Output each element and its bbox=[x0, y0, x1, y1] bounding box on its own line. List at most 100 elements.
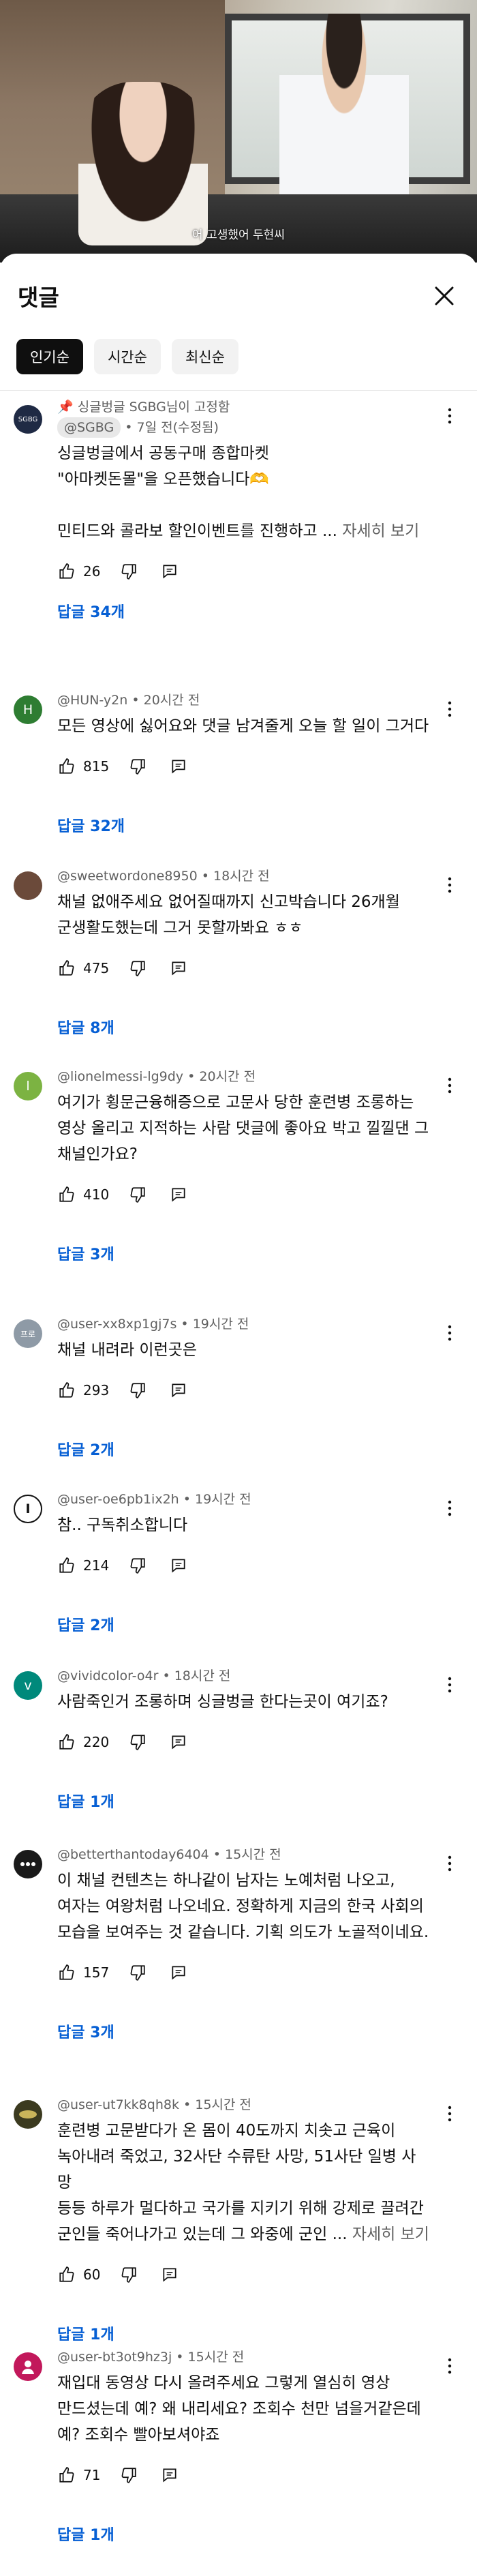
dislike-button[interactable] bbox=[128, 1381, 147, 1400]
thumbs-up-icon bbox=[59, 758, 74, 774]
replies-link[interactable]: 답글 34개 bbox=[57, 600, 429, 622]
comment-author[interactable]: @vividcolor-o4r bbox=[57, 1668, 158, 1683]
like-button[interactable] bbox=[57, 959, 76, 978]
close-button[interactable] bbox=[432, 284, 457, 308]
replies-link[interactable]: 답글 2개 bbox=[57, 1438, 429, 1460]
reply-icon bbox=[172, 1966, 185, 1980]
comment-menu-button[interactable] bbox=[442, 1076, 458, 1095]
replies-link[interactable]: 답글 1개 bbox=[57, 1790, 429, 1812]
dislike-button[interactable] bbox=[128, 1185, 147, 1204]
dislike-button[interactable] bbox=[128, 1963, 147, 1982]
comment-author[interactable]: @SGBG bbox=[57, 417, 121, 438]
thumbs-down-icon bbox=[130, 1965, 145, 1981]
comment-meta: @user-bt3ot9hz3j • 15시간 전 bbox=[57, 2350, 245, 2365]
replies-link[interactable]: 답글 8개 bbox=[57, 1016, 429, 1038]
dislike-button[interactable] bbox=[128, 1733, 147, 1752]
like-button[interactable] bbox=[57, 757, 76, 776]
reply-button[interactable] bbox=[169, 1556, 188, 1575]
sheet-header: 댓글 bbox=[0, 254, 477, 322]
comment-menu-button[interactable] bbox=[442, 2356, 458, 2376]
like-button[interactable] bbox=[57, 1185, 76, 1204]
replies-link[interactable]: 답글 3개 bbox=[57, 2020, 429, 2042]
replies-link[interactable]: 답글 1개 bbox=[57, 2523, 429, 2545]
read-more-link[interactable]: 자세히 보기 bbox=[342, 522, 419, 540]
comment-meta: @user-oe6pb1ix2h • 19시간 전 bbox=[57, 1492, 251, 1507]
comment-time: 20시간 전 bbox=[199, 1069, 256, 1084]
reply-button[interactable] bbox=[160, 2265, 179, 2284]
avatar[interactable]: SGBG bbox=[14, 405, 42, 434]
avatar[interactable]: 프로 bbox=[14, 1319, 42, 1348]
avatar[interactable]: l bbox=[14, 1072, 42, 1100]
comment-time: 19시간 전 bbox=[192, 1317, 249, 1332]
comment-menu-button[interactable] bbox=[442, 1499, 458, 1518]
avatar[interactable]: v bbox=[14, 1671, 42, 1700]
like-button[interactable] bbox=[57, 562, 76, 581]
comment-author[interactable]: @user-oe6pb1ix2h bbox=[57, 1492, 179, 1507]
sort-chip-newest[interactable]: 최신순 bbox=[171, 339, 238, 374]
like-button[interactable] bbox=[57, 1733, 76, 1752]
like-button[interactable] bbox=[57, 2466, 76, 2485]
like-button[interactable] bbox=[57, 1556, 76, 1575]
comment-menu-button[interactable] bbox=[442, 406, 458, 425]
comment-author[interactable]: @sweetwordone8950 bbox=[57, 869, 198, 884]
avatar[interactable] bbox=[14, 871, 42, 900]
reply-button[interactable] bbox=[169, 1381, 188, 1400]
dislike-button[interactable] bbox=[128, 1556, 147, 1575]
comment-menu-button[interactable] bbox=[442, 875, 458, 895]
like-count: 293 bbox=[83, 1382, 110, 1398]
like-button[interactable] bbox=[57, 2265, 76, 2284]
comment-author[interactable]: @betterthantoday6404 bbox=[57, 1847, 209, 1862]
comment-menu-button[interactable] bbox=[442, 1323, 458, 1343]
comment-author[interactable]: @lionelmessi-lg9dy bbox=[57, 1069, 183, 1084]
reply-button[interactable] bbox=[160, 562, 179, 581]
comment-menu-button[interactable] bbox=[442, 2104, 458, 2123]
reply-button[interactable] bbox=[169, 1963, 188, 1982]
comment-author[interactable]: @HUN-y2n bbox=[57, 693, 127, 708]
replies-link[interactable]: 답글 2개 bbox=[57, 1613, 429, 1635]
comment-menu-button[interactable] bbox=[442, 700, 458, 719]
dislike-button[interactable] bbox=[119, 562, 138, 581]
dislike-button[interactable] bbox=[128, 959, 147, 978]
comment-menu-button[interactable] bbox=[442, 1854, 458, 1873]
comment-menu-button[interactable] bbox=[442, 1675, 458, 1694]
dislike-button[interactable] bbox=[119, 2466, 138, 2485]
like-button[interactable] bbox=[57, 1381, 76, 1400]
avatar[interactable]: H bbox=[14, 695, 42, 724]
comment-meta: @SGBG • 7일 전(수정됨) bbox=[57, 417, 429, 438]
avatar[interactable] bbox=[14, 1850, 42, 1878]
sort-chip-popular[interactable]: 인기순 bbox=[16, 339, 83, 374]
reply-button[interactable] bbox=[169, 1185, 188, 1204]
avatar[interactable] bbox=[14, 2100, 42, 2129]
thumbs-down-icon bbox=[130, 961, 145, 976]
reply-button[interactable] bbox=[169, 757, 188, 776]
dislike-button[interactable] bbox=[128, 757, 147, 776]
comment-meta: @betterthantoday6404 • 15시간 전 bbox=[57, 1847, 281, 1862]
comment-time: 18시간 전 bbox=[213, 869, 270, 884]
thumbs-down-icon bbox=[130, 1383, 145, 1398]
replies-link[interactable]: 답글 3개 bbox=[57, 1242, 429, 1264]
video-player[interactable]: 어 고생했어 두현씨 bbox=[0, 0, 477, 263]
sort-chip-time[interactable]: 시간순 bbox=[93, 339, 161, 374]
like-count: 475 bbox=[83, 960, 110, 976]
video-person-sitting bbox=[78, 82, 208, 245]
like-count: 26 bbox=[83, 563, 101, 580]
avatar[interactable] bbox=[14, 2352, 42, 2381]
comment-author[interactable]: @user-xx8xp1gj7s bbox=[57, 1317, 176, 1332]
replies-link[interactable]: 답글 32개 bbox=[57, 814, 429, 836]
read-more-link[interactable]: 자세히 보기 bbox=[352, 2226, 429, 2243]
dislike-button[interactable] bbox=[119, 2265, 138, 2284]
avatar[interactable]: I bbox=[14, 1495, 42, 1523]
reply-button[interactable] bbox=[160, 2466, 179, 2485]
comment-author[interactable]: @user-bt3ot9hz3j bbox=[57, 2350, 172, 2365]
reply-icon bbox=[172, 1188, 185, 1202]
thumbs-down-icon bbox=[130, 759, 145, 775]
replies-link[interactable]: 답글 1개 bbox=[57, 2322, 429, 2344]
reply-button[interactable] bbox=[169, 959, 188, 978]
like-button[interactable] bbox=[57, 1963, 76, 1982]
pin-icon: 📌 bbox=[57, 400, 78, 415]
comment-actions: 157 bbox=[57, 1959, 429, 1986]
comment-author[interactable]: @user-ut7kk8qh8k bbox=[57, 2097, 179, 2112]
pinned-text: 싱글벙글 SGBG님이 고정함 bbox=[77, 400, 230, 415]
reply-button[interactable] bbox=[169, 1733, 188, 1752]
avatar-initials: 프로 bbox=[20, 1329, 36, 1339]
